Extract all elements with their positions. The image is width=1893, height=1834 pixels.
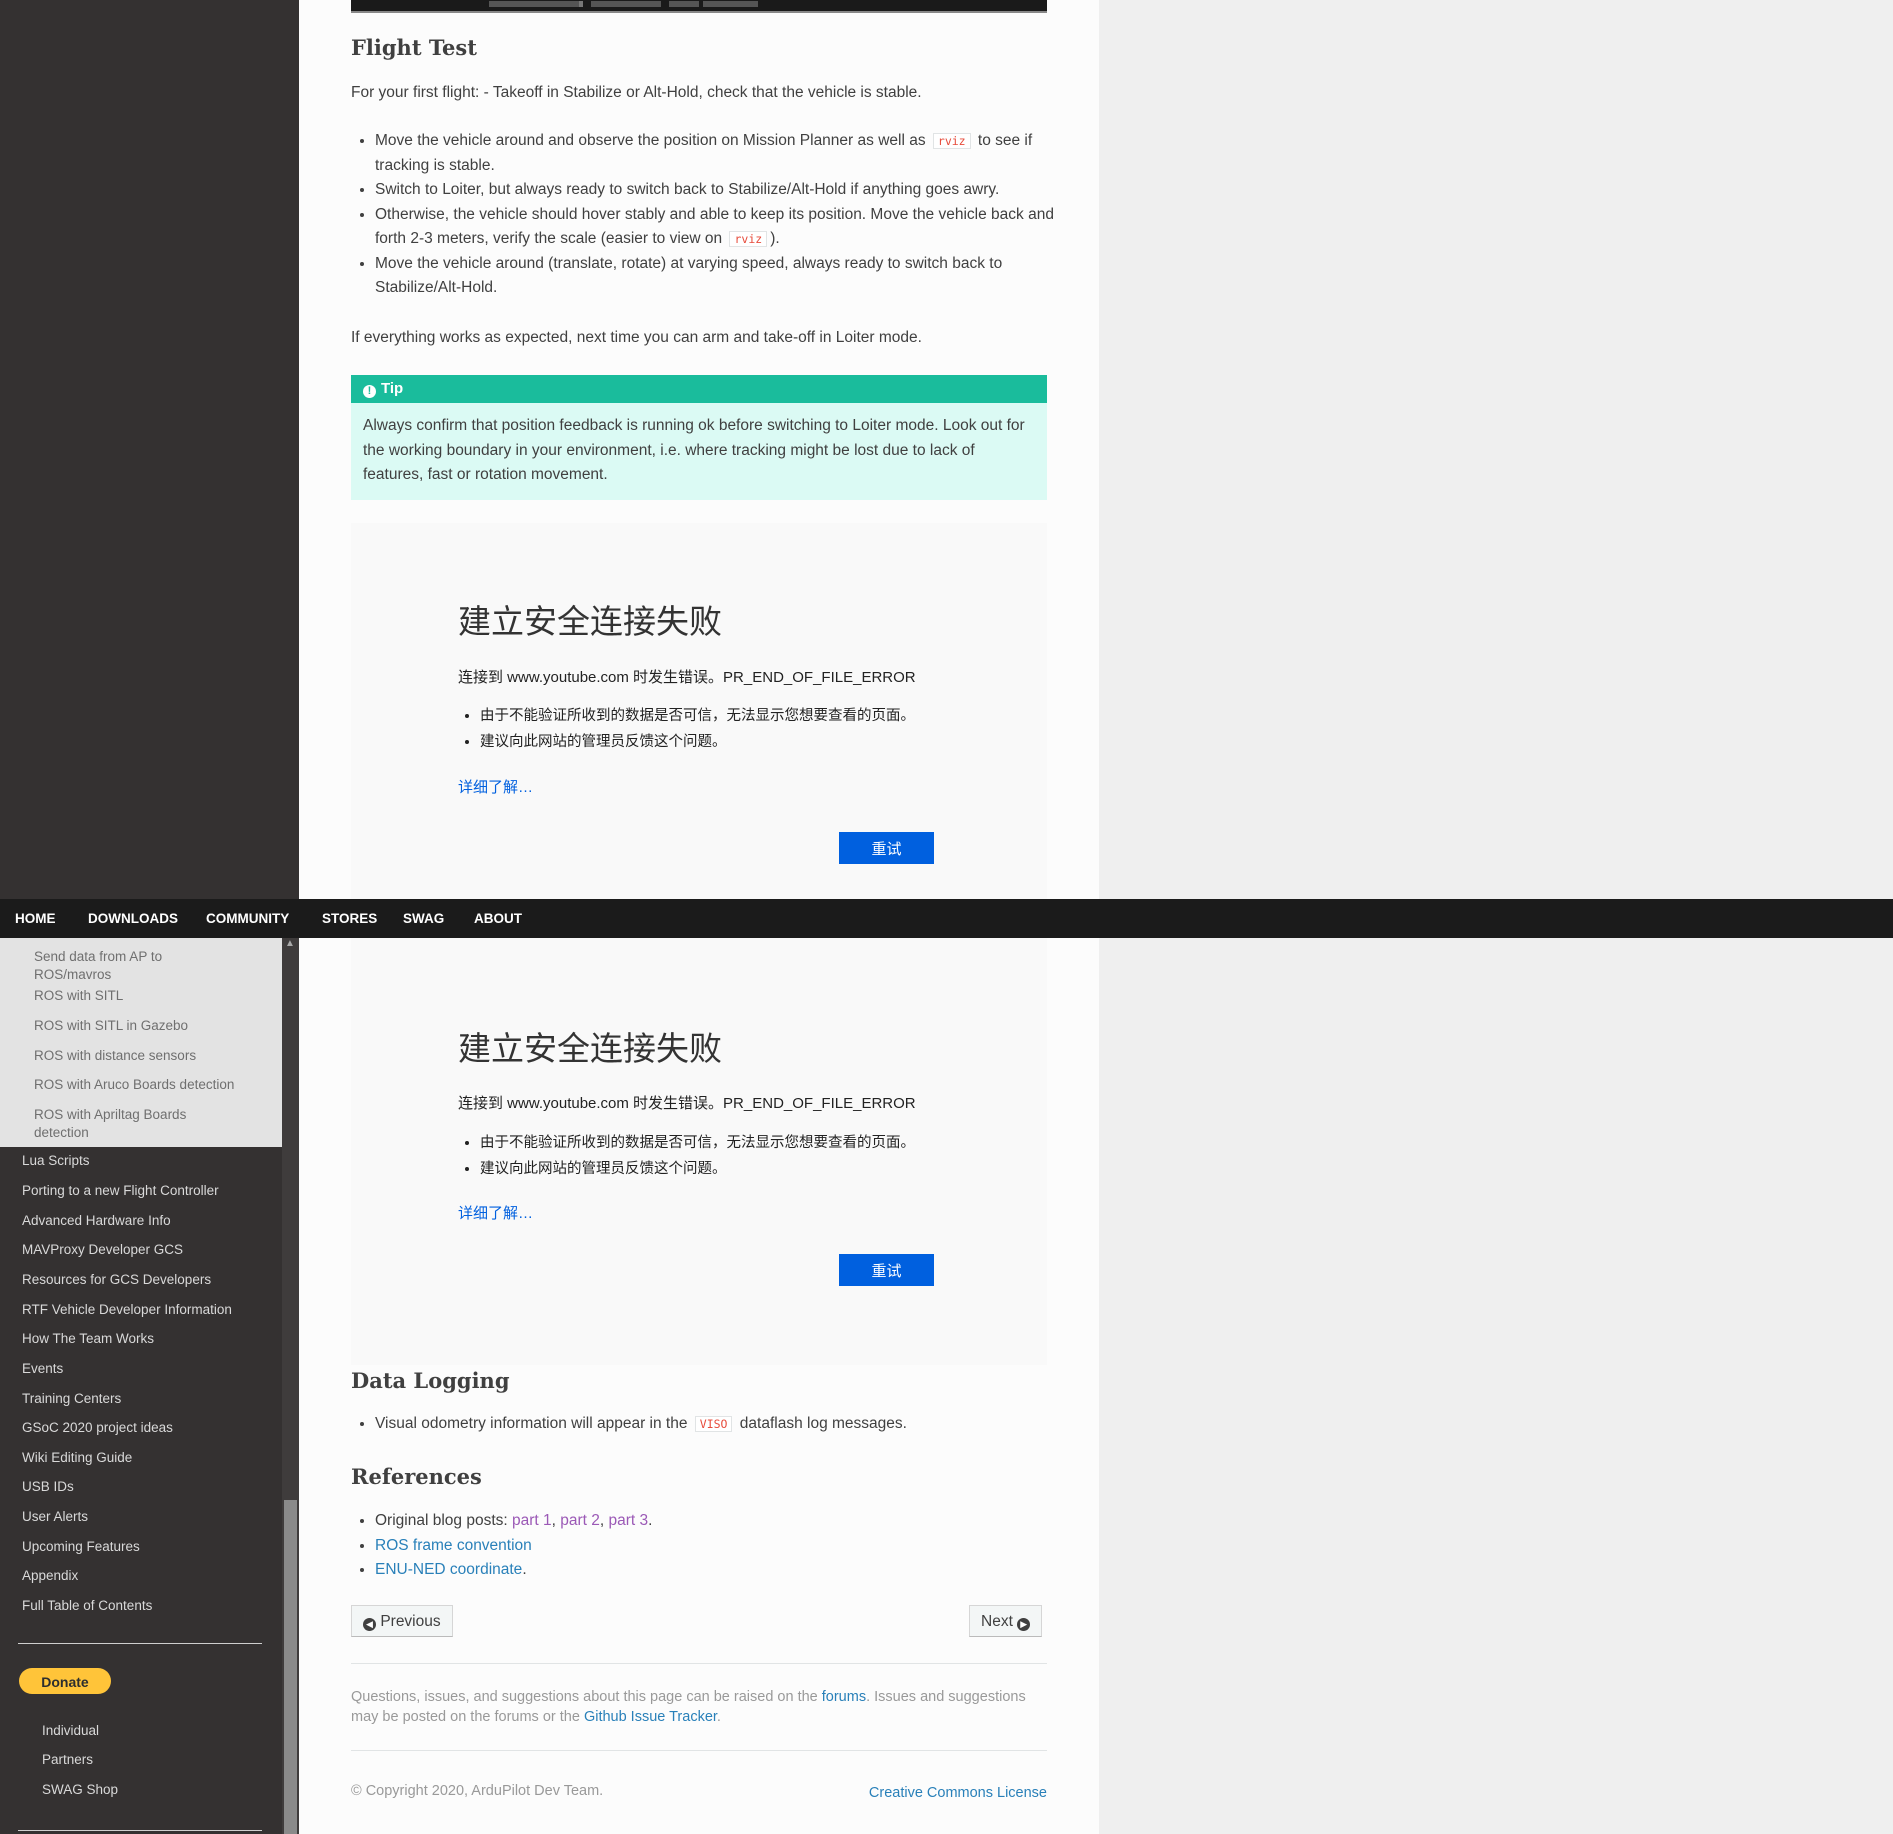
error-title: 建立安全连接失败 xyxy=(458,602,722,641)
nav-stores[interactable]: STORES xyxy=(322,911,377,926)
error-message: 连接到 www.youtube.com 时发生错误。PR_END_OF_FILE… xyxy=(458,1095,916,1112)
main-content: 建立安全连接失败 连接到 www.youtube.com 时发生错误。PR_EN… xyxy=(299,938,1099,1834)
references-list: Original blog posts: part 1, part 2, par… xyxy=(351,1509,1071,1583)
forums-link[interactable]: forums xyxy=(822,1689,866,1705)
tip-admonition: ! Tip Always confirm that position feedba… xyxy=(351,375,1047,500)
info-icon: ! xyxy=(363,385,376,398)
footer-divider xyxy=(351,1750,1047,1751)
sidebar-item-swag-shop[interactable]: SWAG Shop xyxy=(42,1782,118,1797)
sidebar-subitem[interactable]: ROS with Aruco Boards detection xyxy=(34,1076,234,1094)
references-heading: References xyxy=(351,1464,482,1489)
tip-title: ! Tip xyxy=(351,375,1047,403)
code-literal: rviz xyxy=(729,231,768,247)
arrow-left-circle-icon: ◀ xyxy=(363,1618,376,1631)
data-logging-heading: Data Logging xyxy=(351,1368,510,1393)
nav-community[interactable]: COMMUNITY xyxy=(206,911,289,926)
github-issue-tracker-link[interactable]: Github Issue Tracker xyxy=(584,1709,717,1725)
sidebar-item[interactable]: Wiki Editing Guide xyxy=(22,1450,132,1465)
sidebar-subitem[interactable]: ROS with SITL xyxy=(34,987,123,1005)
code-literal: VISO xyxy=(694,1416,733,1432)
list-item: ROS frame convention xyxy=(375,1534,1071,1559)
retry-button[interactable]: 重试 xyxy=(839,1254,934,1286)
sidebar-item[interactable]: Lua Scripts xyxy=(22,1153,90,1168)
list-item: ENU-NED coordinate. xyxy=(375,1558,1071,1583)
list-item: 建议向此网站的管理员反馈这个问题。 xyxy=(480,1156,915,1182)
code-literal: rviz xyxy=(932,133,971,149)
nav-about[interactable]: ABOUT xyxy=(474,911,522,926)
error-reasons: 由于不能验证所收到的数据是否可信，无法显示您想要查看的页面。 建议向此网站的管理… xyxy=(458,703,915,755)
footer-divider xyxy=(351,1663,1047,1664)
data-logging-list: Visual odometry information will appear … xyxy=(351,1412,1071,1437)
sidebar-item-partners[interactable]: Partners xyxy=(42,1752,93,1767)
donate-button[interactable]: Donate xyxy=(19,1668,111,1694)
embedded-video-error-panel: 建立安全连接失败 连接到 www.youtube.com 时发生错误。PR_EN… xyxy=(351,523,1047,899)
tip-body: Always confirm that position feedback is… xyxy=(363,417,1025,483)
sidebar-item[interactable]: Appendix xyxy=(22,1568,78,1583)
sidebar-scrollbar-thumb[interactable] xyxy=(284,1500,297,1834)
sidebar-subitem[interactable]: ROS with distance sensors xyxy=(34,1047,196,1065)
enu-ned-coordinate-link[interactable]: ENU-NED coordinate xyxy=(375,1561,522,1578)
blog-part3-link[interactable]: part 3 xyxy=(609,1512,649,1529)
flight-test-heading: Flight Test xyxy=(351,35,477,60)
list-item: 建议向此网站的管理员反馈这个问题。 xyxy=(480,729,915,755)
error-message: 连接到 www.youtube.com 时发生错误。PR_END_OF_FILE… xyxy=(458,669,916,686)
copyright: © Copyright 2020, ArduPilot Dev Team. xyxy=(351,1783,604,1799)
sidebar-item[interactable]: Events xyxy=(22,1361,63,1376)
flight-test-list: Move the vehicle around and observe the … xyxy=(351,129,1071,301)
flight-test-intro: For your first flight: - Takeoff in Stab… xyxy=(351,84,922,101)
sidebar-item-individual[interactable]: Individual xyxy=(42,1723,99,1738)
sidebar-item[interactable]: Advanced Hardware Info xyxy=(22,1213,171,1228)
sidebar-item[interactable]: How The Team Works xyxy=(22,1331,154,1346)
sidebar-item[interactable]: Upcoming Features xyxy=(22,1539,140,1554)
sidebar-subsection: Send data from AP to ROS/mavros ROS with… xyxy=(0,938,282,1147)
sidebar-item[interactable]: Training Centers xyxy=(22,1391,121,1406)
list-item: Move the vehicle around and observe the … xyxy=(375,129,1071,178)
creative-commons-license-link[interactable]: Creative Commons License xyxy=(856,1784,1047,1804)
next-button[interactable]: Next ▶ xyxy=(969,1605,1043,1637)
list-item: 由于不能验证所收到的数据是否可信，无法显示您想要查看的页面。 xyxy=(480,1130,915,1156)
previous-button[interactable]: ◀ Previous xyxy=(351,1605,453,1637)
sidebar-item[interactable]: Full Table of Contents xyxy=(22,1598,152,1613)
error-title: 建立安全连接失败 xyxy=(458,1029,722,1068)
sidebar-item[interactable]: Porting to a new Flight Controller xyxy=(22,1183,219,1198)
error-reasons: 由于不能验证所收到的数据是否可信，无法显示您想要查看的页面。 建议向此网站的管理… xyxy=(458,1130,915,1182)
main-content-top: Flight Test For your first flight: - Tak… xyxy=(299,0,1099,899)
learn-more-link[interactable]: 详细了解… xyxy=(458,1202,533,1223)
list-item: Switch to Loiter, but always ready to sw… xyxy=(375,178,1071,203)
nav-home[interactable]: HOME xyxy=(15,911,56,926)
footer-questions: Questions, issues, and suggestions about… xyxy=(351,1689,1026,1725)
list-item: Move the vehicle around (translate, rota… xyxy=(375,252,1071,301)
sidebar: Send data from AP to ROS/mavros ROS with… xyxy=(0,938,299,1834)
sidebar-top xyxy=(0,0,299,899)
nav-downloads[interactable]: DOWNLOADS xyxy=(88,911,178,926)
sidebar-subitem[interactable]: Send data from AP to ROS/mavros xyxy=(34,948,209,984)
sidebar-item[interactable]: USB IDs xyxy=(22,1479,74,1494)
list-item: Otherwise, the vehicle should hover stab… xyxy=(375,203,1071,252)
top-nav-bar: HOME DOWNLOADS COMMUNITY STORES SWAG ABO… xyxy=(0,899,1893,938)
sidebar-divider xyxy=(18,1830,262,1831)
learn-more-link[interactable]: 详细了解… xyxy=(458,776,533,797)
list-item: Original blog posts: part 1, part 2, par… xyxy=(375,1509,1071,1534)
arrow-right-circle-icon: ▶ xyxy=(1017,1618,1031,1631)
list-item: Visual odometry information will appear … xyxy=(375,1412,1071,1437)
scroll-up-arrow-icon[interactable]: ▲ xyxy=(285,938,295,949)
sidebar-item[interactable]: User Alerts xyxy=(22,1509,88,1524)
sidebar-subitem[interactable]: ROS with Apriltag Boards detection xyxy=(34,1106,224,1142)
list-item: 由于不能验证所收到的数据是否可信，无法显示您想要查看的页面。 xyxy=(480,703,915,729)
ros-frame-convention-link[interactable]: ROS frame convention xyxy=(375,1537,532,1554)
sidebar-divider xyxy=(18,1643,262,1644)
sidebar-item[interactable]: RTF Vehicle Developer Information xyxy=(22,1302,232,1317)
sidebar-item[interactable]: Resources for GCS Developers xyxy=(22,1272,211,1287)
flight-test-outro: If everything works as expected, next ti… xyxy=(351,329,922,346)
retry-button[interactable]: 重试 xyxy=(839,832,934,864)
sidebar-item[interactable]: GSoC 2020 project ideas xyxy=(22,1420,173,1435)
embedded-video-error-panel: 建立安全连接失败 连接到 www.youtube.com 时发生错误。PR_EN… xyxy=(351,938,1047,1365)
blog-part1-link[interactable]: part 1 xyxy=(512,1512,552,1529)
blog-part2-link[interactable]: part 2 xyxy=(560,1512,600,1529)
sidebar-subitem[interactable]: ROS with SITL in Gazebo xyxy=(34,1017,188,1035)
sidebar-item[interactable]: MAVProxy Developer GCS xyxy=(22,1242,183,1257)
nav-swag[interactable]: SWAG xyxy=(403,911,444,926)
screenshot-image-bottom xyxy=(351,0,1047,13)
